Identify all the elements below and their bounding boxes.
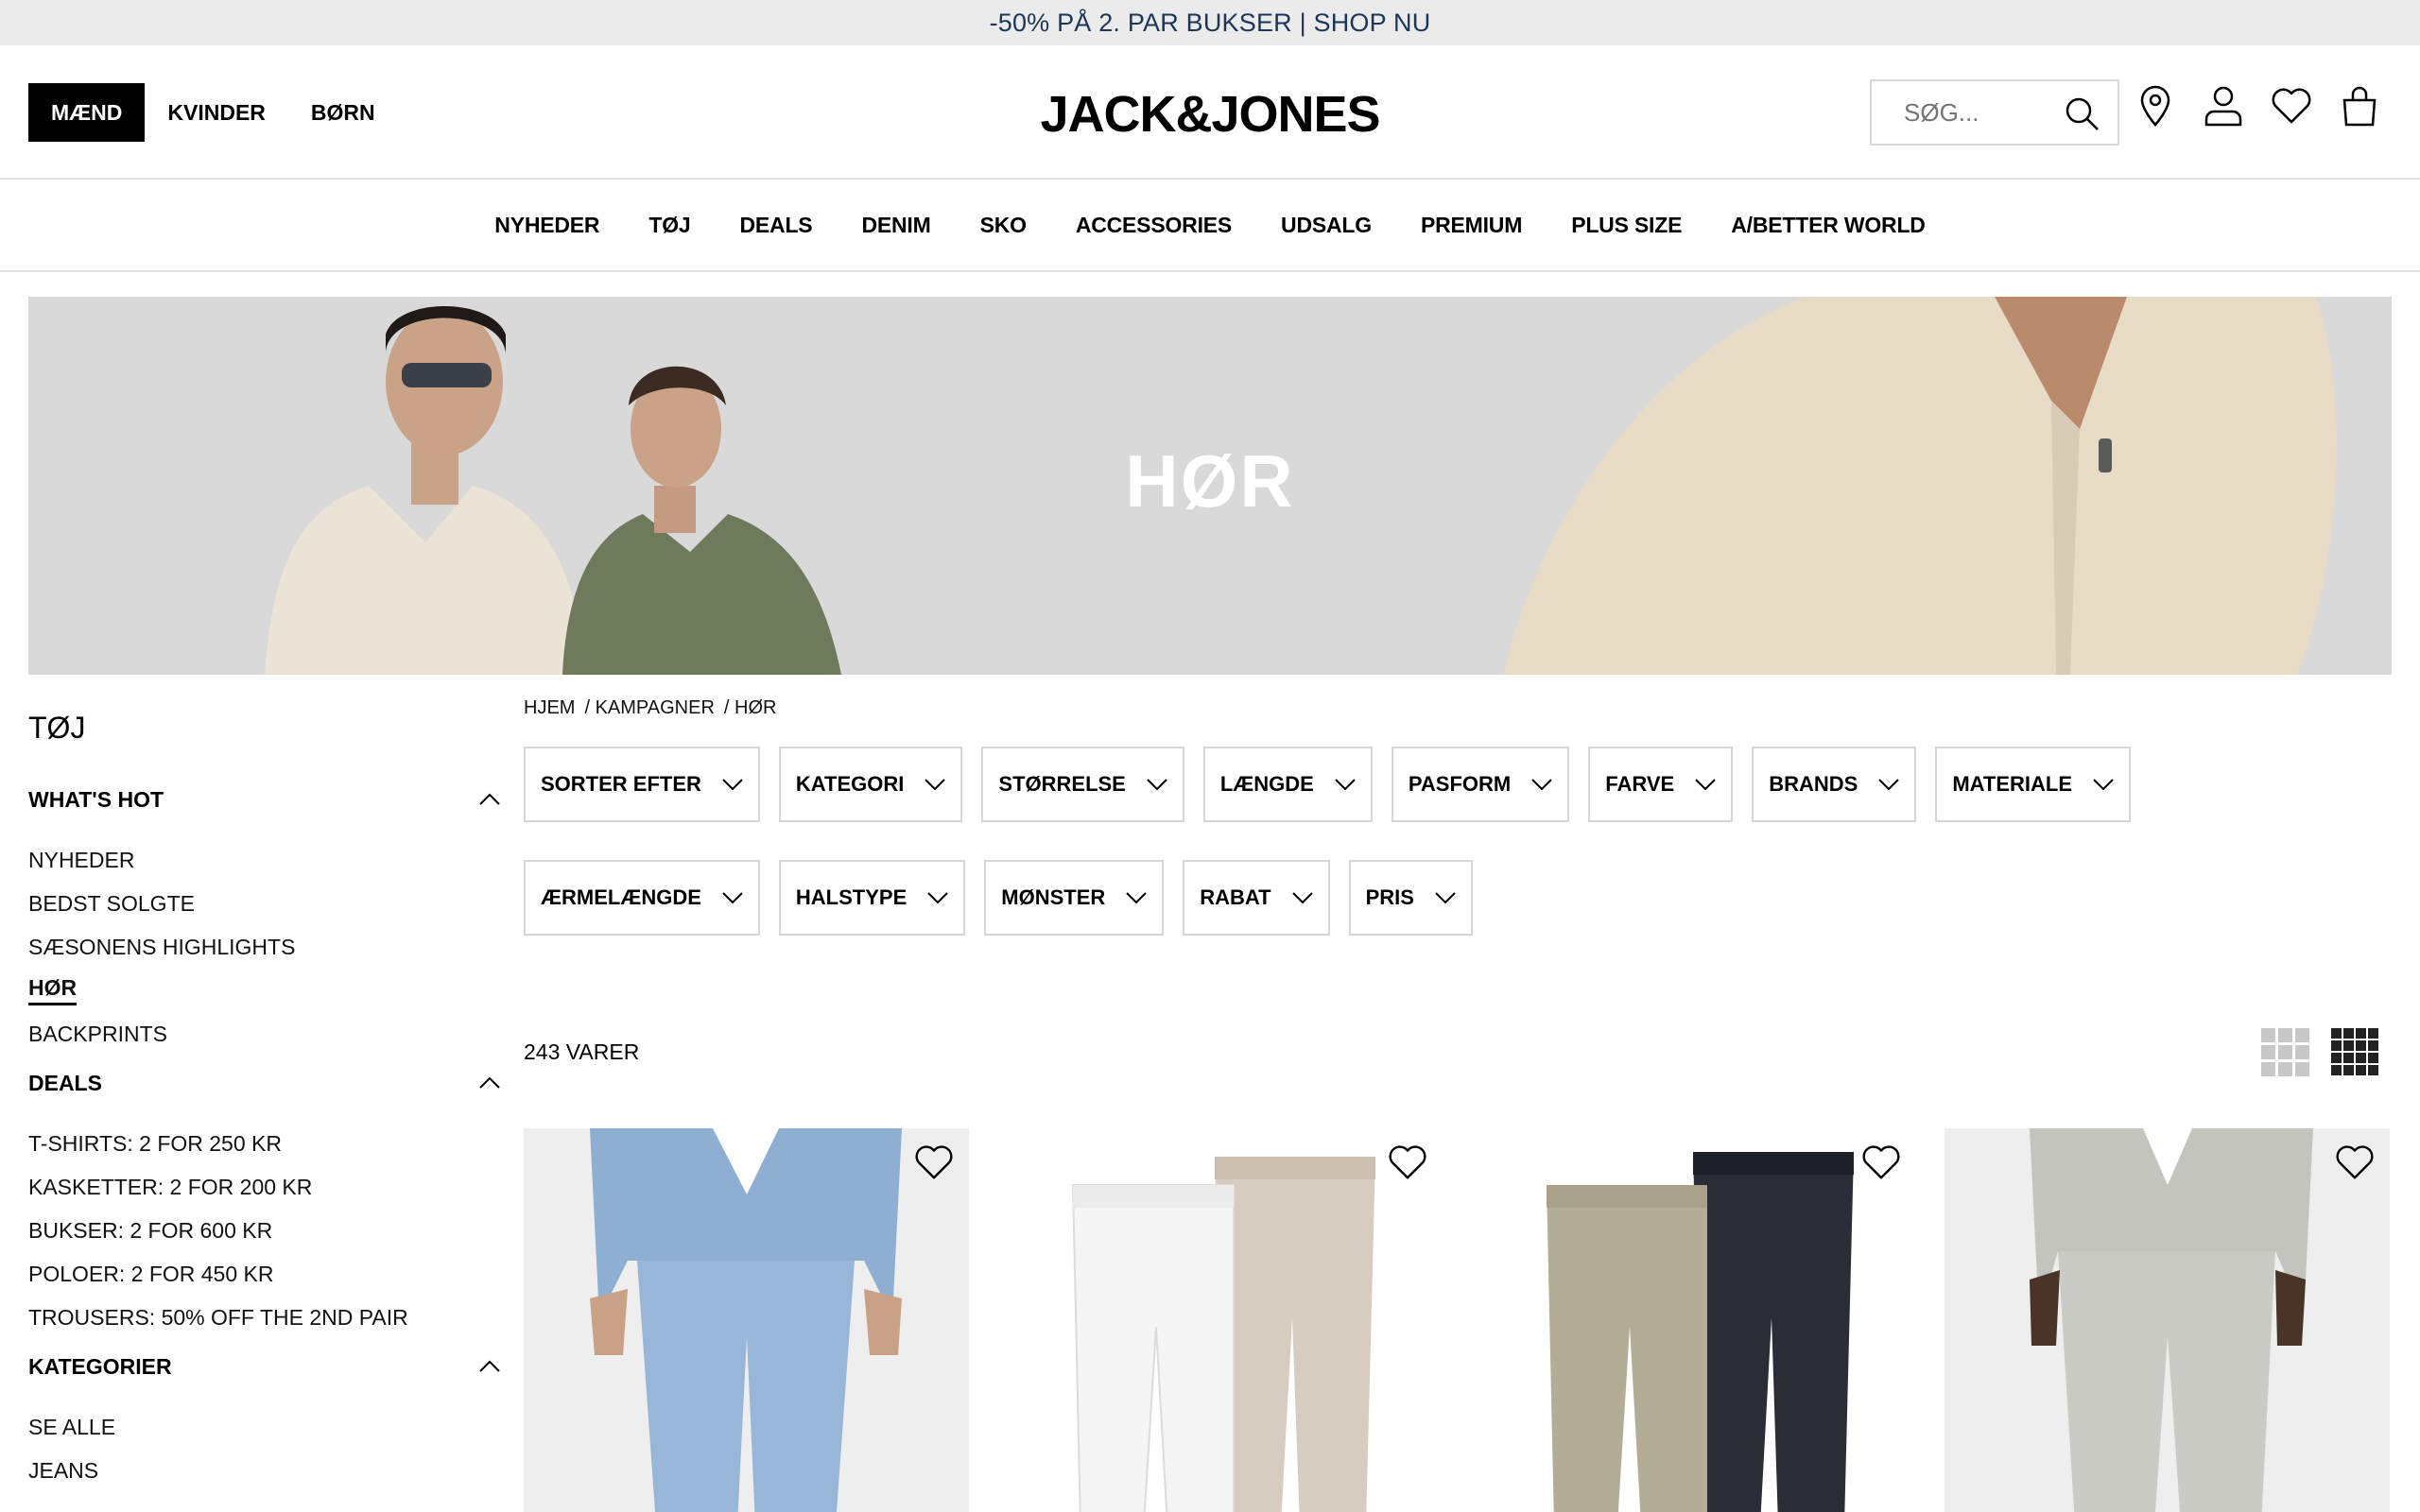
nav-item-nyheder[interactable]: NYHEDER bbox=[470, 213, 624, 238]
breadcrumb: HJEM / KAMPAGNER / HØR bbox=[524, 697, 776, 719]
chevron-down-icon bbox=[1147, 779, 1167, 790]
section-heading: DEALS bbox=[28, 1070, 102, 1095]
breadcrumb-home[interactable]: HJEM bbox=[524, 697, 575, 719]
product-card[interactable] bbox=[1471, 1128, 1916, 1512]
chevron-up-icon[interactable] bbox=[478, 793, 501, 806]
sidebar-item-deal-kasketter[interactable]: KASKETTER: 2 FOR 200 KR bbox=[28, 1165, 501, 1209]
filter-bar: SORTER EFTER KATEGORI STØRRELSE LÆNGDE P… bbox=[524, 747, 2386, 973]
chevron-down-icon bbox=[1335, 779, 1356, 790]
breadcrumb-current: / HØR bbox=[723, 697, 777, 718]
filter-material[interactable]: MATERIALE bbox=[1935, 747, 2132, 822]
wishlist-heart-icon[interactable] bbox=[1388, 1143, 1427, 1181]
sidebar-section-kategorier[interactable]: KATEGORIER bbox=[28, 1352, 501, 1381]
sidebar-section-whats-hot[interactable]: WHAT'S HOT bbox=[28, 785, 501, 814]
filter-category[interactable]: KATEGORI bbox=[778, 747, 963, 822]
chevron-down-icon bbox=[1878, 779, 1900, 790]
product-image[interactable] bbox=[1471, 1128, 1916, 1512]
filter-discount[interactable]: RABAT bbox=[1183, 860, 1330, 936]
product-card[interactable] bbox=[524, 1128, 969, 1512]
store-locator-icon[interactable] bbox=[2135, 83, 2176, 129]
search-box[interactable] bbox=[1870, 79, 2119, 146]
filter-sort[interactable]: SORTER EFTER bbox=[524, 747, 760, 822]
wishlist-heart-icon[interactable] bbox=[914, 1143, 954, 1181]
filter-size[interactable]: STØRRELSE bbox=[981, 747, 1184, 822]
nav-item-accessories[interactable]: ACCESSORIES bbox=[1051, 213, 1256, 238]
filter-color[interactable]: FARVE bbox=[1588, 747, 1734, 822]
category-sidebar: TØJ WHAT'S HOT NYHEDER BEDST SOLGTE SÆSO… bbox=[28, 699, 501, 1492]
sidebar-title: TØJ bbox=[28, 711, 86, 745]
sidebar-item-backprints[interactable]: BACKPRINTS bbox=[28, 1012, 501, 1056]
filter-brands[interactable]: BRANDS bbox=[1752, 747, 1917, 822]
account-icon[interactable] bbox=[2203, 83, 2244, 129]
filter-pattern[interactable]: MØNSTER bbox=[984, 860, 1165, 936]
nav-item-premium[interactable]: PREMIUM bbox=[1396, 213, 1547, 238]
filter-row: ÆRMELÆNGDE HALSTYPE MØNSTER RABAT PRIS bbox=[524, 860, 2386, 936]
promo-banner[interactable]: -50% PÅ 2. PAR BUKSER | SHOP NU bbox=[0, 0, 2420, 45]
sidebar-item-saesonens-highlights[interactable]: SÆSONENS HIGHLIGHTS bbox=[28, 925, 501, 969]
sidebar-item-jeans[interactable]: JEANS bbox=[28, 1449, 501, 1492]
header-icons bbox=[2135, 83, 2380, 129]
chevron-down-icon bbox=[925, 779, 946, 790]
filter-row: SORTER EFTER KATEGORI STØRRELSE LÆNGDE P… bbox=[524, 747, 2386, 822]
filter-length[interactable]: LÆNGDE bbox=[1202, 747, 1373, 822]
promo-text[interactable]: -50% PÅ 2. PAR BUKSER | SHOP NU bbox=[990, 9, 1431, 38]
chevron-down-icon bbox=[722, 779, 743, 790]
wishlist-heart-icon[interactable] bbox=[2335, 1143, 2375, 1181]
sidebar-item-deal-trousers[interactable]: TROUSERS: 50% OFF THE 2ND PAIR bbox=[28, 1296, 501, 1339]
filter-neckline[interactable]: HALSTYPE bbox=[778, 860, 966, 936]
nav-item-denim[interactable]: DENIM bbox=[837, 213, 955, 238]
grid-large-icon[interactable] bbox=[2261, 1028, 2310, 1077]
nav-item-toj[interactable]: TØJ bbox=[624, 213, 715, 238]
nav-item-sko[interactable]: SKO bbox=[956, 213, 1051, 238]
chevron-up-icon[interactable] bbox=[478, 1076, 501, 1090]
sidebar-item-deal-tshirts[interactable]: T-SHIRTS: 2 FOR 250 KR bbox=[28, 1122, 501, 1165]
nav-item-better-world[interactable]: A/BETTER WORLD bbox=[1706, 213, 1949, 238]
chevron-down-icon bbox=[2093, 779, 2114, 790]
sidebar-item-se-alle[interactable]: SE ALLE bbox=[28, 1405, 501, 1449]
sidebar-item-hor[interactable]: HØR bbox=[28, 969, 501, 1012]
sidebar-section-deals[interactable]: DEALS bbox=[28, 1069, 501, 1097]
grid-view-toggle bbox=[2261, 1028, 2380, 1077]
search-input[interactable] bbox=[1904, 97, 2065, 128]
site-header: MÆND KVINDER BØRN JACK&JONES bbox=[0, 45, 2420, 180]
product-card[interactable] bbox=[1945, 1128, 2390, 1512]
search-icon[interactable] bbox=[2063, 94, 2100, 132]
chevron-down-icon bbox=[1531, 779, 1552, 790]
chevron-down-icon bbox=[1291, 892, 1313, 903]
chevron-down-icon bbox=[1435, 892, 1456, 903]
nav-item-plus-size[interactable]: PLUS SIZE bbox=[1547, 213, 1706, 238]
wishlist-icon[interactable] bbox=[2271, 83, 2312, 129]
cart-icon[interactable] bbox=[2339, 83, 2380, 129]
wishlist-heart-icon[interactable] bbox=[1861, 1143, 1901, 1181]
product-image[interactable] bbox=[1945, 1128, 2390, 1512]
sidebar-item-bedst-solgte[interactable]: BEDST SOLGTE bbox=[28, 882, 501, 925]
grid-small-icon[interactable] bbox=[2331, 1028, 2380, 1077]
chevron-down-icon bbox=[927, 892, 948, 903]
sidebar-item-deal-bukser[interactable]: BUKSER: 2 FOR 600 KR bbox=[28, 1209, 501, 1252]
breadcrumb-kampagner[interactable]: / KAMPAGNER bbox=[584, 697, 714, 719]
sidebar-item-nyheder[interactable]: NYHEDER bbox=[28, 838, 501, 882]
product-image[interactable] bbox=[997, 1128, 1443, 1512]
nav-item-udsalg[interactable]: UDSALG bbox=[1256, 213, 1396, 238]
product-grid bbox=[524, 1128, 2390, 1512]
main-navigation: NYHEDER TØJ DEALS DENIM SKO ACCESSORIES … bbox=[0, 180, 2420, 272]
filter-price[interactable]: PRIS bbox=[1348, 860, 1473, 936]
chevron-down-icon bbox=[1695, 779, 1716, 790]
campaign-hero-banner[interactable]: HØR bbox=[28, 297, 2392, 675]
chevron-down-icon bbox=[722, 892, 743, 903]
product-card[interactable] bbox=[997, 1128, 1443, 1512]
product-image[interactable] bbox=[524, 1128, 969, 1512]
chevron-down-icon bbox=[1126, 892, 1147, 903]
chevron-up-icon[interactable] bbox=[478, 1360, 501, 1373]
filter-fit[interactable]: PASFORM bbox=[1391, 747, 1570, 822]
result-count: 243 VARER bbox=[524, 1040, 640, 1064]
section-heading: KATEGORIER bbox=[28, 1353, 172, 1379]
filter-sleeve-length[interactable]: ÆRMELÆNGDE bbox=[524, 860, 760, 936]
sidebar-item-deal-poloer[interactable]: POLOER: 2 FOR 450 KR bbox=[28, 1252, 501, 1296]
section-heading: WHAT'S HOT bbox=[28, 786, 164, 812]
nav-item-deals[interactable]: DEALS bbox=[715, 213, 837, 238]
hero-title: HØR bbox=[1125, 439, 1295, 523]
